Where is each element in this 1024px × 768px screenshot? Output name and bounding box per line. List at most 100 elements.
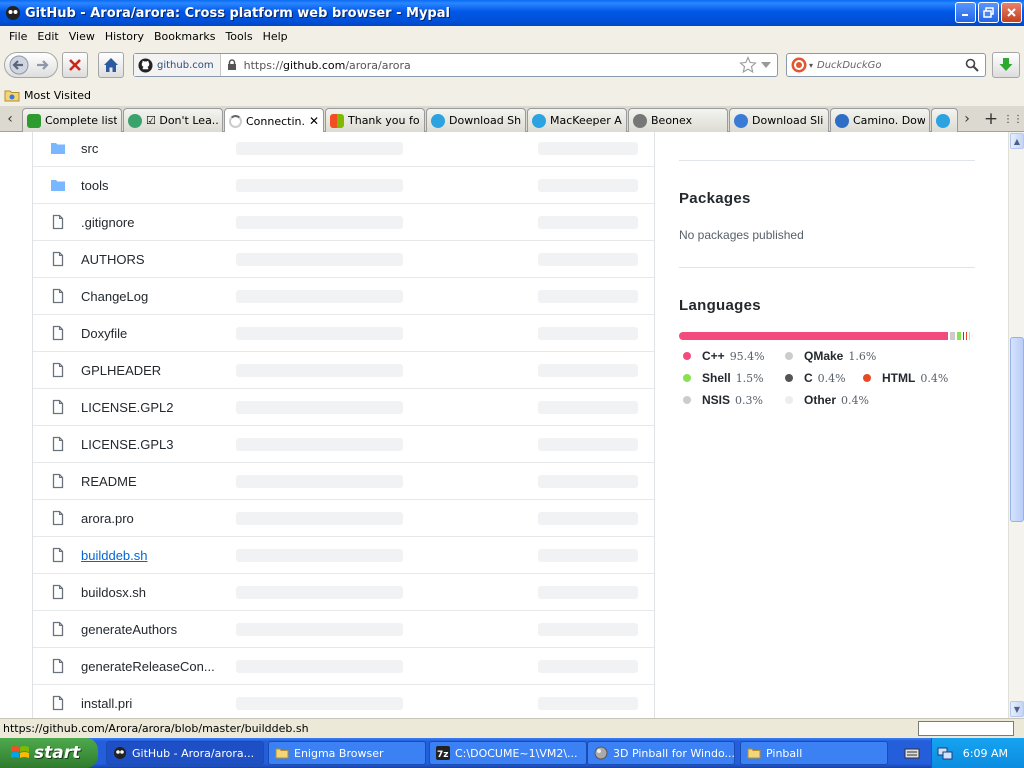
file-name-link[interactable]: tools bbox=[81, 178, 108, 193]
search-icon[interactable] bbox=[965, 58, 979, 72]
file-name-link[interactable]: arora.pro bbox=[81, 511, 134, 526]
bookmark-star-icon[interactable] bbox=[739, 56, 757, 74]
file-name-link[interactable]: README bbox=[81, 474, 137, 489]
file-row[interactable]: arora.pro bbox=[33, 500, 654, 537]
file-row[interactable]: generateAuthors bbox=[33, 611, 654, 648]
start-button[interactable]: start bbox=[0, 738, 98, 768]
file-row[interactable]: buildosx.sh bbox=[33, 574, 654, 611]
tab-6[interactable]: Beonex bbox=[628, 108, 728, 132]
tab-5[interactable]: MacKeeper A... bbox=[527, 108, 627, 132]
file-name-link[interactable]: GPLHEADER bbox=[81, 363, 161, 378]
tab-9[interactable]: D bbox=[931, 108, 958, 132]
file-name-link[interactable]: generateReleaseCon... bbox=[81, 659, 215, 674]
file-name-link[interactable]: buildosx.sh bbox=[81, 585, 146, 600]
file-name-link[interactable]: ChangeLog bbox=[81, 289, 148, 304]
tab-scroll-right-icon[interactable]: › bbox=[960, 110, 974, 128]
scrollbar-thumb[interactable] bbox=[1010, 337, 1024, 522]
file-name-link[interactable]: AUTHORS bbox=[81, 252, 145, 267]
taskbar-item-7zip[interactable]: 7z C:\DOCUME~1\VM2\... bbox=[429, 741, 587, 765]
file-row[interactable]: builddeb.sh bbox=[33, 537, 654, 574]
file-row[interactable]: README bbox=[33, 463, 654, 500]
taskbar-item-github[interactable]: GitHub - Arora/arora... bbox=[106, 741, 264, 765]
file-name-link[interactable]: builddeb.sh bbox=[81, 548, 148, 563]
taskbar-item-pinball-3d[interactable]: 3D Pinball for Windo... bbox=[587, 741, 735, 765]
downloads-button[interactable] bbox=[992, 52, 1020, 78]
file-row[interactable]: AUTHORS bbox=[33, 241, 654, 278]
tab-scroll-left-icon[interactable]: ‹ bbox=[3, 110, 17, 128]
tab-close-icon[interactable]: ✕ bbox=[309, 114, 319, 128]
menu-history[interactable]: History bbox=[100, 30, 149, 43]
home-button[interactable] bbox=[98, 52, 124, 78]
commit-date-placeholder bbox=[538, 363, 638, 377]
scroll-down-icon[interactable]: ▼ bbox=[1010, 701, 1024, 717]
language-item[interactable]: NSIS 0.3% bbox=[683, 393, 763, 407]
taskbar-item-pinball[interactable]: Pinball bbox=[740, 741, 888, 765]
file-row[interactable]: LICENSE.GPL3 bbox=[33, 426, 654, 463]
forward-icon[interactable] bbox=[32, 55, 54, 75]
keyboard-icon[interactable] bbox=[904, 746, 920, 760]
menu-bar: File Edit View History Bookmarks Tools H… bbox=[0, 26, 1024, 46]
file-row[interactable]: tools bbox=[33, 167, 654, 204]
menu-bookmarks[interactable]: Bookmarks bbox=[149, 30, 220, 43]
file-name-link[interactable]: src bbox=[81, 141, 98, 156]
language-item[interactable]: C++ 95.4% bbox=[683, 349, 765, 363]
file-name-link[interactable]: generateAuthors bbox=[81, 622, 177, 637]
menu-help[interactable]: Help bbox=[258, 30, 293, 43]
duckduckgo-icon[interactable] bbox=[791, 57, 807, 73]
file-name-link[interactable]: .gitignore bbox=[81, 215, 134, 230]
tab-4[interactable]: Download Shi... bbox=[426, 108, 526, 132]
network-icon[interactable] bbox=[937, 745, 953, 761]
restore-button[interactable] bbox=[978, 2, 999, 23]
language-bar-segment bbox=[956, 332, 961, 340]
language-item[interactable]: Shell 1.5% bbox=[683, 371, 764, 385]
url-text[interactable]: https://github.com/arora/arora bbox=[238, 59, 739, 72]
file-row[interactable]: src bbox=[33, 132, 654, 167]
site-identity-button[interactable]: github.com bbox=[134, 54, 221, 76]
file-row[interactable]: Doxyfile bbox=[33, 315, 654, 352]
file-row[interactable]: generateReleaseCon... bbox=[33, 648, 654, 685]
search-bar[interactable]: ▾ DuckDuckGo bbox=[786, 53, 986, 77]
tab-8[interactable]: Camino. Dow... bbox=[830, 108, 930, 132]
scroll-up-icon[interactable]: ▲ bbox=[1010, 133, 1024, 149]
file-row[interactable]: GPLHEADER bbox=[33, 352, 654, 389]
menu-file[interactable]: File bbox=[4, 30, 32, 43]
url-bar[interactable]: github.com https://github.com/arora/aror… bbox=[133, 53, 778, 77]
menu-view[interactable]: View bbox=[64, 30, 100, 43]
most-visited-folder-icon bbox=[4, 90, 20, 102]
language-item[interactable]: HTML 0.4% bbox=[863, 371, 948, 385]
tab-0[interactable]: Complete list ... bbox=[22, 108, 122, 132]
tab-2[interactable]: Connectin... ✕ bbox=[224, 108, 324, 133]
commit-date-placeholder bbox=[538, 252, 638, 266]
language-item[interactable]: Other 0.4% bbox=[785, 393, 869, 407]
commit-date-placeholder bbox=[538, 400, 638, 414]
language-item[interactable]: C 0.4% bbox=[785, 371, 846, 385]
file-row[interactable]: LICENSE.GPL2 bbox=[33, 389, 654, 426]
stop-button[interactable] bbox=[62, 52, 88, 78]
file-row[interactable]: install.pri bbox=[33, 685, 654, 718]
tab-1[interactable]: ☑ Don't Lea... bbox=[123, 108, 223, 132]
search-engine-dropdown-icon[interactable]: ▾ bbox=[809, 61, 813, 70]
list-all-tabs-icon[interactable]: ⋮⋮ bbox=[1003, 110, 1023, 128]
file-row[interactable]: ChangeLog bbox=[33, 278, 654, 315]
commit-message-placeholder bbox=[236, 178, 403, 192]
tab-3[interactable]: Thank you fo... bbox=[325, 108, 425, 132]
file-name-link[interactable]: install.pri bbox=[81, 696, 132, 711]
file-name-link[interactable]: LICENSE.GPL2 bbox=[81, 400, 174, 415]
back-icon[interactable] bbox=[8, 55, 32, 75]
file-name-link[interactable]: LICENSE.GPL3 bbox=[81, 437, 174, 452]
file-name-link[interactable]: Doxyfile bbox=[81, 326, 127, 341]
close-button[interactable] bbox=[1001, 2, 1022, 23]
menu-edit[interactable]: Edit bbox=[32, 30, 63, 43]
minimize-button[interactable] bbox=[955, 2, 976, 23]
new-tab-plus-icon[interactable]: + bbox=[984, 109, 998, 129]
tab-7[interactable]: Download Sli... bbox=[729, 108, 829, 132]
search-input[interactable]: DuckDuckGo bbox=[817, 60, 965, 71]
most-visited-bookmark[interactable]: Most Visited bbox=[24, 89, 91, 102]
file-row[interactable]: .gitignore bbox=[33, 204, 654, 241]
taskbar-item-enigma[interactable]: Enigma Browser bbox=[268, 741, 426, 765]
menu-tools[interactable]: Tools bbox=[220, 30, 257, 43]
language-item[interactable]: QMake 1.6% bbox=[785, 349, 876, 363]
language-name: C++ bbox=[702, 349, 725, 363]
dropdown-arrow-icon[interactable] bbox=[760, 60, 772, 70]
vertical-scrollbar[interactable]: ▲ ▼ bbox=[1008, 132, 1024, 718]
